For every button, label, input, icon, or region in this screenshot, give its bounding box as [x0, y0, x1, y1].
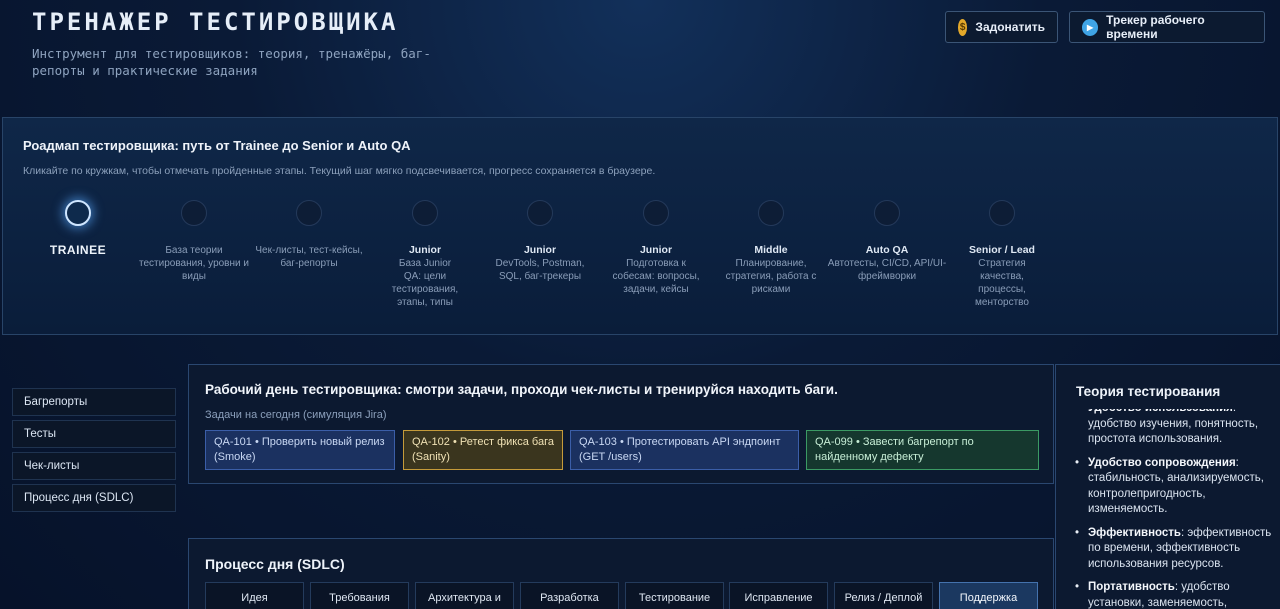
- time-tracker-button-label: Трекер рабочего времени: [1106, 13, 1205, 41]
- sidebar-item-label: Чек-листы: [24, 460, 80, 472]
- roadmap-step: Middle Планирование, стратегия, работа с…: [711, 200, 831, 296]
- roadmap-step: Чек-листы, тест-кейсы, баг-репорты: [249, 200, 369, 270]
- sdlc-title: Процесс дня (SDLC): [205, 556, 345, 572]
- roadmap-step-desc: Планирование, стратегия, работа с рискам…: [725, 258, 817, 295]
- app-subtitle: Инструмент для тестировщиков: теория, тр…: [32, 46, 431, 78]
- sdlc-tab-testing[interactable]: Тестирование: [625, 582, 724, 609]
- sdlc-tab-fixing[interactable]: Исправление: [729, 582, 828, 609]
- app-header: ТРЕНАЖЕР ТЕСТИРОВЩИКА Инструмент для тес…: [0, 0, 1280, 110]
- roadmap-title: Роадмап тестировщика: путь от Trainee до…: [23, 138, 411, 153]
- roadmap-step: Junior Подготовка к собесам: вопросы, за…: [596, 200, 716, 296]
- theory-title: Теория тестирования: [1056, 365, 1280, 409]
- roadmap-step-desc: Чек-листы, тест-кейсы, баг-репорты: [255, 245, 363, 269]
- donate-button[interactable]: $ Задонатить: [945, 11, 1058, 43]
- sidebar-item-label: Багрепорты: [24, 396, 88, 408]
- roadmap-step-dot[interactable]: [643, 200, 669, 226]
- roadmap-step-name: Middle: [754, 244, 788, 256]
- sidebar-item-tests[interactable]: Тесты: [12, 420, 176, 448]
- roadmap-step-desc: База Junior QA: цели тестирования, этапы…: [391, 258, 459, 308]
- donate-button-label: Задонатить: [975, 20, 1045, 34]
- roadmap-step-name: Junior: [523, 244, 557, 256]
- theory-content: Удобство использования: удобство изучени…: [1075, 401, 1278, 609]
- task-card-qa-103[interactable]: QA-103 • Протестировать API эндпоинт (GE…: [570, 430, 799, 470]
- theory-item: Эффективность: эффективность по времени,…: [1075, 526, 1278, 573]
- roadmap-step-dot[interactable]: [989, 200, 1015, 226]
- sdlc-tab-support[interactable]: Поддержка: [939, 582, 1038, 609]
- roadmap-step: Junior DevTools, Postman, SQL, баг-треке…: [480, 200, 600, 283]
- roadmap-step: База теории тестирования, уровни и виды: [134, 200, 254, 283]
- roadmap-step-dot[interactable]: [874, 200, 900, 226]
- roadmap-step-dot[interactable]: [527, 200, 553, 226]
- coin-icon: $: [958, 18, 968, 36]
- roadmap-step-name: Junior: [408, 244, 442, 256]
- sdlc-tab-requirements[interactable]: Требования: [310, 582, 409, 609]
- sidebar-nav: Багрепорты Тесты Чек-листы Процесс дня (…: [0, 365, 188, 609]
- roadmap-step-name: Senior / Lead: [969, 244, 1035, 256]
- roadmap-step: Senior / Lead Стратегия качества, процес…: [942, 200, 1062, 309]
- sidebar-item-sdlc[interactable]: Процесс дня (SDLC): [12, 484, 176, 512]
- roadmap-panel: Роадмап тестировщика: путь от Trainee до…: [2, 117, 1278, 335]
- sdlc-tab-development[interactable]: Разработка: [520, 582, 619, 609]
- sdlc-tab-release[interactable]: Релиз / Деплой: [834, 582, 933, 609]
- play-icon: ▶: [1082, 18, 1099, 36]
- tasks-card: Рабочий день тестировщика: смотри задачи…: [188, 364, 1054, 484]
- sidebar-item-checklists[interactable]: Чек-листы: [12, 452, 176, 480]
- roadmap-step-name: TRAINEE: [49, 243, 107, 257]
- task-card-qa-101[interactable]: QA-101 • Проверить новый релиз (Smoke): [205, 430, 395, 470]
- sdlc-tab-architecture[interactable]: Архитектура и: [415, 582, 514, 609]
- task-card-qa-102[interactable]: QA-102 • Ретест фикса бага (Sanity): [403, 430, 563, 470]
- theory-panel: Теория тестирования Удобство использован…: [1055, 364, 1280, 609]
- roadmap-step: Junior База Junior QA: цели тестирования…: [365, 200, 485, 309]
- roadmap-step-name: Auto QA: [865, 244, 909, 256]
- theory-term: Портативность: [1088, 581, 1175, 593]
- time-tracker-button[interactable]: ▶ Трекер рабочего времени: [1069, 11, 1265, 43]
- roadmap-step-desc: База теории тестирования, уровни и виды: [139, 245, 249, 282]
- sidebar-item-label: Процесс дня (SDLC): [24, 492, 134, 504]
- roadmap-step-dot[interactable]: [296, 200, 322, 226]
- roadmap-step-dot[interactable]: [758, 200, 784, 226]
- roadmap-step: Auto QA Автотесты, CI/CD, API/UI-фреймво…: [827, 200, 947, 283]
- roadmap-step-desc: Подготовка к собесам: вопросы, задачи, к…: [612, 258, 700, 295]
- theory-term: Эффективность: [1088, 526, 1181, 539]
- task-card-qa-099[interactable]: QA-099 • Завести багрепорт по найденному…: [806, 430, 1039, 470]
- theory-item: Удобство сопровождения: стабильность, ан…: [1075, 456, 1278, 518]
- roadmap-step-dot[interactable]: [65, 200, 91, 226]
- roadmap-step: TRAINEE: [18, 200, 138, 257]
- sdlc-tab-idea[interactable]: Идея: [205, 582, 304, 609]
- roadmap-step-dot[interactable]: [412, 200, 438, 226]
- sidebar-item-bugreports[interactable]: Багрепорты: [12, 388, 176, 416]
- sidebar-item-label: Тесты: [24, 428, 57, 440]
- sdlc-card: Процесс дня (SDLC) Идея Требования Архит…: [188, 538, 1054, 609]
- tasks-label: Задачи на сегодня (симуляция Jira): [205, 409, 387, 421]
- theory-term: Удобство сопровождения: [1088, 456, 1236, 469]
- roadmap-step-dot[interactable]: [181, 200, 207, 226]
- roadmap-step-desc: Автотесты, CI/CD, API/UI-фреймворки: [827, 258, 947, 282]
- roadmap-step-name: Junior: [639, 244, 673, 256]
- app-title: ТРЕНАЖЕР ТЕСТИРОВЩИКА: [32, 8, 399, 36]
- theory-item: Портативность: удобство установки, замен…: [1075, 580, 1278, 609]
- workday-heading: Рабочий день тестировщика: смотри задачи…: [205, 382, 838, 397]
- roadmap-step-desc: DevTools, Postman, SQL, баг-трекеры: [495, 258, 585, 282]
- roadmap-hint: Кликайте по кружкам, чтобы отмечать прой…: [23, 165, 656, 177]
- roadmap-step-desc: Стратегия качества, процессы, менторство: [975, 258, 1029, 308]
